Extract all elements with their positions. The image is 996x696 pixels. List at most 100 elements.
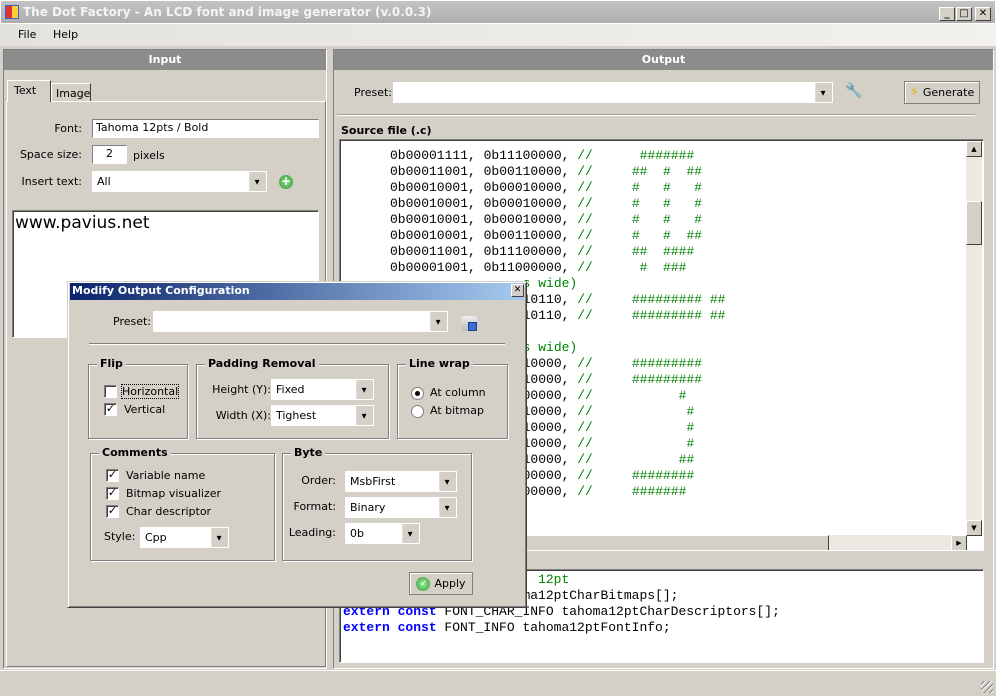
code-text: 10000,: [522, 372, 578, 387]
preset-combo[interactable]: [393, 82, 833, 103]
comments-title: Comments: [99, 446, 171, 459]
tab-image[interactable]: Image: [51, 83, 91, 101]
dialog-preset-label: Preset:: [113, 315, 152, 328]
chevron-down-icon[interactable]: [439, 498, 456, 517]
horizontal-label[interactable]: Horizontal: [120, 384, 180, 399]
variable-name-checkbox[interactable]: ✓: [106, 469, 119, 482]
chevron-down-icon[interactable]: [211, 528, 228, 547]
chevron-down-icon[interactable]: [356, 406, 373, 425]
header-line: extern const FONT_INFO tahoma12ptFontInf…: [343, 620, 780, 636]
at-bitmap-label[interactable]: At bitmap: [430, 404, 484, 417]
code-comment: // # # #: [577, 196, 703, 211]
at-column-radio[interactable]: [411, 387, 424, 400]
chevron-down-icon[interactable]: [815, 83, 832, 102]
menu-file[interactable]: File: [18, 28, 36, 41]
width-label: Width (X):: [215, 409, 271, 422]
preset-label: Preset:: [354, 86, 393, 99]
save-icon: [468, 322, 477, 331]
code-text: 0b00011001, 0b11100000,: [390, 244, 578, 259]
code-text: 0b00010001, 0b00010000,: [390, 196, 578, 211]
insert-text-combo[interactable]: All: [92, 171, 267, 192]
at-column-label[interactable]: At column: [430, 386, 486, 399]
resize-grip-icon[interactable]: [981, 681, 993, 693]
code-text: 10000,: [522, 452, 578, 467]
apply-button[interactable]: ✓ Apply: [409, 572, 473, 595]
code-text: 00000,: [522, 468, 578, 483]
tab-text[interactable]: Text: [7, 80, 51, 102]
leading-label: Leading:: [288, 526, 336, 539]
variable-name-label[interactable]: Variable name: [126, 469, 205, 482]
dialog-preset-combo[interactable]: [153, 311, 448, 332]
code-comment: // #: [577, 388, 687, 403]
insert-text-label: Insert text:: [21, 175, 82, 188]
width-combo[interactable]: Tighest: [271, 405, 374, 426]
code-comment: // ## ####: [577, 244, 695, 259]
char-descriptor-checkbox[interactable]: ✓: [106, 505, 119, 518]
char-descriptor-label[interactable]: Char descriptor: [126, 505, 211, 518]
source-line: 0b00010001, 0b00010000, // # # #: [390, 212, 725, 228]
save-preset-button[interactable]: [461, 316, 477, 331]
chevron-down-icon[interactable]: [356, 380, 373, 399]
code-text: 00000,: [522, 388, 578, 403]
code-text: 0b00011001, 0b00110000,: [390, 164, 578, 179]
code-comment: // #: [577, 420, 695, 435]
vertical-label[interactable]: Vertical: [124, 403, 165, 416]
close-button[interactable]: ✕: [975, 7, 991, 21]
order-combo[interactable]: MsbFirst: [345, 471, 457, 492]
style-combo[interactable]: Cpp: [140, 527, 229, 548]
bitmap-visualizer-checkbox[interactable]: ✓: [106, 487, 119, 500]
space-size-field[interactable]: 2: [92, 145, 127, 164]
lightning-icon: ⚡: [909, 85, 919, 100]
output-header: Output: [334, 50, 993, 70]
horizontal-checkbox[interactable]: [104, 385, 117, 398]
window-title: The Dot Factory - An LCD font and image …: [23, 5, 432, 19]
vertical-checkbox[interactable]: ✓: [104, 403, 117, 416]
leading-combo[interactable]: 0b: [345, 523, 420, 544]
generate-button[interactable]: ⚡ Generate: [904, 81, 980, 104]
space-size-label: Space size:: [19, 148, 82, 161]
byte-group: Byte Order: MsbFirst Format: Binary Lead…: [282, 446, 472, 561]
scroll-thumb[interactable]: [966, 201, 982, 245]
comments-group: Comments ✓ Variable name ✓ Bitmap visual…: [90, 446, 275, 561]
code-comment: // #########: [577, 356, 703, 371]
chevron-down-icon[interactable]: [402, 524, 419, 543]
code-text: 00000,: [522, 484, 578, 499]
chevron-down-icon[interactable]: [249, 172, 266, 191]
maximize-button[interactable]: □: [956, 7, 972, 21]
code-text: 10110,: [522, 308, 578, 323]
check-icon: ✓: [416, 576, 431, 591]
code-text: 10000,: [522, 436, 578, 451]
at-bitmap-radio[interactable]: [411, 405, 424, 418]
font-label: Font:: [54, 122, 82, 135]
height-label: Height (Y):: [212, 383, 271, 396]
scroll-right-button[interactable]: ▶: [951, 535, 967, 550]
dialog-close-button[interactable]: ✕: [511, 284, 524, 297]
source-file-label: Source file (.c): [341, 124, 432, 137]
bitmap-visualizer-label[interactable]: Bitmap visualizer: [126, 487, 221, 500]
chevron-down-icon[interactable]: [439, 472, 456, 491]
input-header: Input: [4, 50, 326, 70]
wrench-icon[interactable]: 🔧: [845, 83, 862, 99]
code-comment: s wide): [522, 340, 578, 355]
padding-removal-group: Padding Removal Height (Y): Fixed Width …: [196, 357, 389, 439]
minimize-button[interactable]: _: [939, 7, 955, 21]
code-comment: 12pt: [538, 572, 570, 587]
height-combo[interactable]: Fixed: [271, 379, 374, 400]
separator: [337, 114, 975, 116]
format-combo[interactable]: Binary: [345, 497, 457, 518]
chevron-down-icon[interactable]: [430, 312, 447, 331]
source-line: 0b00010001, 0b00010000, // # # #: [390, 180, 725, 196]
code-comment: // #######: [577, 148, 695, 163]
code-text: 10000,: [522, 356, 578, 371]
add-text-button[interactable]: +: [279, 175, 293, 189]
source-line: 0b00010001, 0b00010000, // # # #: [390, 196, 725, 212]
code-text: 0b00001001, 0b11000000,: [390, 260, 578, 275]
code-comment: // #########: [577, 372, 703, 387]
code-comment: // #: [577, 404, 695, 419]
vertical-scrollbar[interactable]: ▲ ▼: [966, 141, 982, 536]
scroll-down-button[interactable]: ▼: [966, 520, 982, 536]
font-field[interactable]: Tahoma 12pts / Bold: [92, 119, 319, 138]
scroll-up-button[interactable]: ▲: [966, 141, 982, 157]
code-comment: // # # #: [577, 212, 703, 227]
menu-help[interactable]: Help: [53, 28, 78, 41]
